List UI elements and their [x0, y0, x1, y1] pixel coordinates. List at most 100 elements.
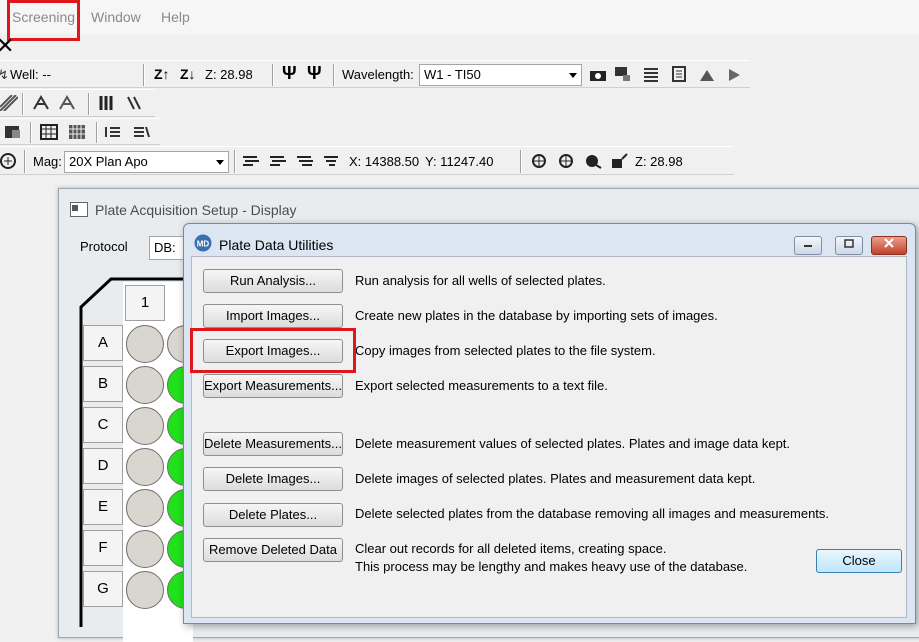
row-label-a[interactable]: A [83, 325, 123, 361]
row-label-c[interactable]: C [83, 407, 123, 443]
plate-window-title: Plate Acquisition Setup - Display [95, 202, 297, 218]
stage-move-icon[interactable] [242, 153, 260, 169]
close-window-button[interactable] [871, 236, 907, 255]
z-position-label: Z: 28.98 [635, 154, 683, 169]
dialog-title: Plate Data Utilities [219, 237, 334, 253]
grid-icon[interactable] [40, 124, 58, 140]
plate-data-utilities-dialog: MD Plate Data Utilities Run Analysis... … [183, 223, 916, 624]
sites-icon[interactable] [32, 95, 50, 111]
toolbar-separator [22, 93, 24, 115]
focus-icon[interactable] [530, 153, 548, 169]
row-label-f[interactable]: F [83, 530, 123, 566]
toolbar-separator [143, 64, 145, 86]
focus-down-icon[interactable]: Ψ [307, 63, 322, 84]
toolbar-sites [0, 89, 155, 117]
plate-select-icon[interactable] [4, 124, 22, 140]
z-up-icon[interactable]: Z↑ [154, 66, 170, 82]
delete-plates-button[interactable]: Delete Plates... [203, 503, 343, 527]
z-down-icon[interactable]: Z↓ [180, 66, 196, 82]
minimize-icon [804, 245, 812, 247]
wavelength-label: Wavelength: [342, 67, 414, 82]
maximize-button[interactable] [835, 236, 863, 255]
sites-edit-icon[interactable] [58, 95, 76, 111]
well[interactable] [126, 571, 164, 609]
play-icon[interactable] [725, 67, 743, 83]
delete-measurements-button[interactable]: Delete Measurements... [203, 432, 343, 456]
delete-images-button[interactable]: Delete Images... [203, 467, 343, 491]
dialog-body: Run Analysis... Run analysis for all wel… [191, 256, 907, 618]
delete-measurements-description: Delete measurement values of selected pl… [355, 436, 791, 451]
stage-move-icon[interactable] [323, 153, 341, 169]
stage-move-icon[interactable] [296, 153, 314, 169]
toolbar-separator [24, 150, 26, 173]
x-position-label: X: 14388.50 [349, 154, 420, 169]
chevron-down-icon [216, 160, 224, 165]
highlight-box-export-images [190, 328, 356, 373]
focus-icon[interactable] [557, 153, 575, 169]
toolbar-separator [96, 122, 98, 143]
y-position-label: Y: 11247.40 [425, 154, 494, 169]
focus-up-icon[interactable]: Ψ [282, 63, 297, 84]
acquire-icon[interactable] [614, 66, 632, 82]
list-edit-icon[interactable] [132, 124, 150, 140]
menu-help[interactable]: Help [161, 9, 190, 25]
toolbar-separator [272, 64, 274, 86]
toolbar-separator [234, 150, 236, 173]
journal-icon[interactable] [670, 66, 688, 82]
pattern-icon[interactable] [0, 95, 18, 111]
stage-move-icon[interactable] [269, 153, 287, 169]
grid-dense-icon[interactable] [68, 124, 86, 140]
menu-window[interactable]: Window [91, 9, 141, 25]
remove-deleted-data-button[interactable]: Remove Deleted Data [203, 538, 343, 562]
svg-text:MD: MD [197, 240, 210, 249]
highlight-box-screening-menu [7, 0, 80, 41]
toolbar-grid [0, 118, 160, 145]
export-measurements-button[interactable]: Export Measurements... [203, 374, 343, 398]
grid-edit-icon[interactable] [126, 95, 144, 111]
import-images-description: Create new plates in the database by imp… [355, 308, 718, 323]
close-icon[interactable]: ✕ [0, 35, 14, 57]
well[interactable] [126, 448, 164, 486]
list-icon[interactable] [104, 124, 122, 140]
well-icon: ↯ [0, 67, 9, 82]
protocol-label: Protocol [80, 239, 128, 254]
row-label-g[interactable]: G [83, 571, 123, 607]
toolbar-separator [520, 150, 522, 173]
export-measurements-description: Export selected measurements to a text f… [355, 378, 608, 393]
well[interactable] [126, 530, 164, 568]
z-offset-icon[interactable] [610, 153, 628, 169]
stage-icon[interactable] [698, 67, 716, 83]
well-label: Well: -- [10, 67, 51, 82]
import-images-button[interactable]: Import Images... [203, 304, 343, 328]
row-label-b[interactable]: B [83, 366, 123, 402]
menu-bar: Screening Window Help [0, 0, 919, 41]
wavelength-select[interactable]: W1 - TI50 [419, 64, 582, 86]
db-label: DB: [154, 240, 176, 255]
z-position-label: Z: 28.98 [205, 67, 253, 82]
row-label-e[interactable]: E [83, 489, 123, 525]
well[interactable] [126, 407, 164, 445]
maximize-icon [844, 239, 854, 248]
close-button[interactable]: Close [816, 549, 902, 573]
minimize-button[interactable] [794, 236, 822, 255]
magnification-select[interactable]: 20X Plan Apo [64, 151, 229, 173]
magnification-value: 20X Plan Apo [69, 154, 148, 169]
well[interactable] [126, 489, 164, 527]
autofocus-icon[interactable] [584, 153, 602, 169]
app-logo-icon: MD [194, 234, 212, 252]
camera-icon[interactable] [589, 67, 607, 83]
toolbar-stage: Mag: 20X Plan Apo X: 14388.50 Y: 11247.4… [0, 146, 734, 175]
delete-plates-description: Delete selected plates from the database… [355, 506, 830, 521]
columns-icon[interactable] [98, 95, 116, 111]
toolbar-separator [88, 93, 90, 115]
chevron-down-icon [569, 73, 577, 78]
row-label-d[interactable]: D [83, 448, 123, 484]
objective-icon[interactable] [0, 153, 18, 169]
stack-icon[interactable] [642, 66, 660, 82]
well[interactable] [126, 325, 164, 363]
run-analysis-button[interactable]: Run Analysis... [203, 269, 343, 293]
export-images-description: Copy images from selected plates to the … [355, 343, 656, 358]
remove-deleted-data-description: Clear out records for all deleted items,… [355, 541, 667, 556]
well[interactable] [126, 366, 164, 404]
column-header-1[interactable]: 1 [125, 285, 165, 321]
